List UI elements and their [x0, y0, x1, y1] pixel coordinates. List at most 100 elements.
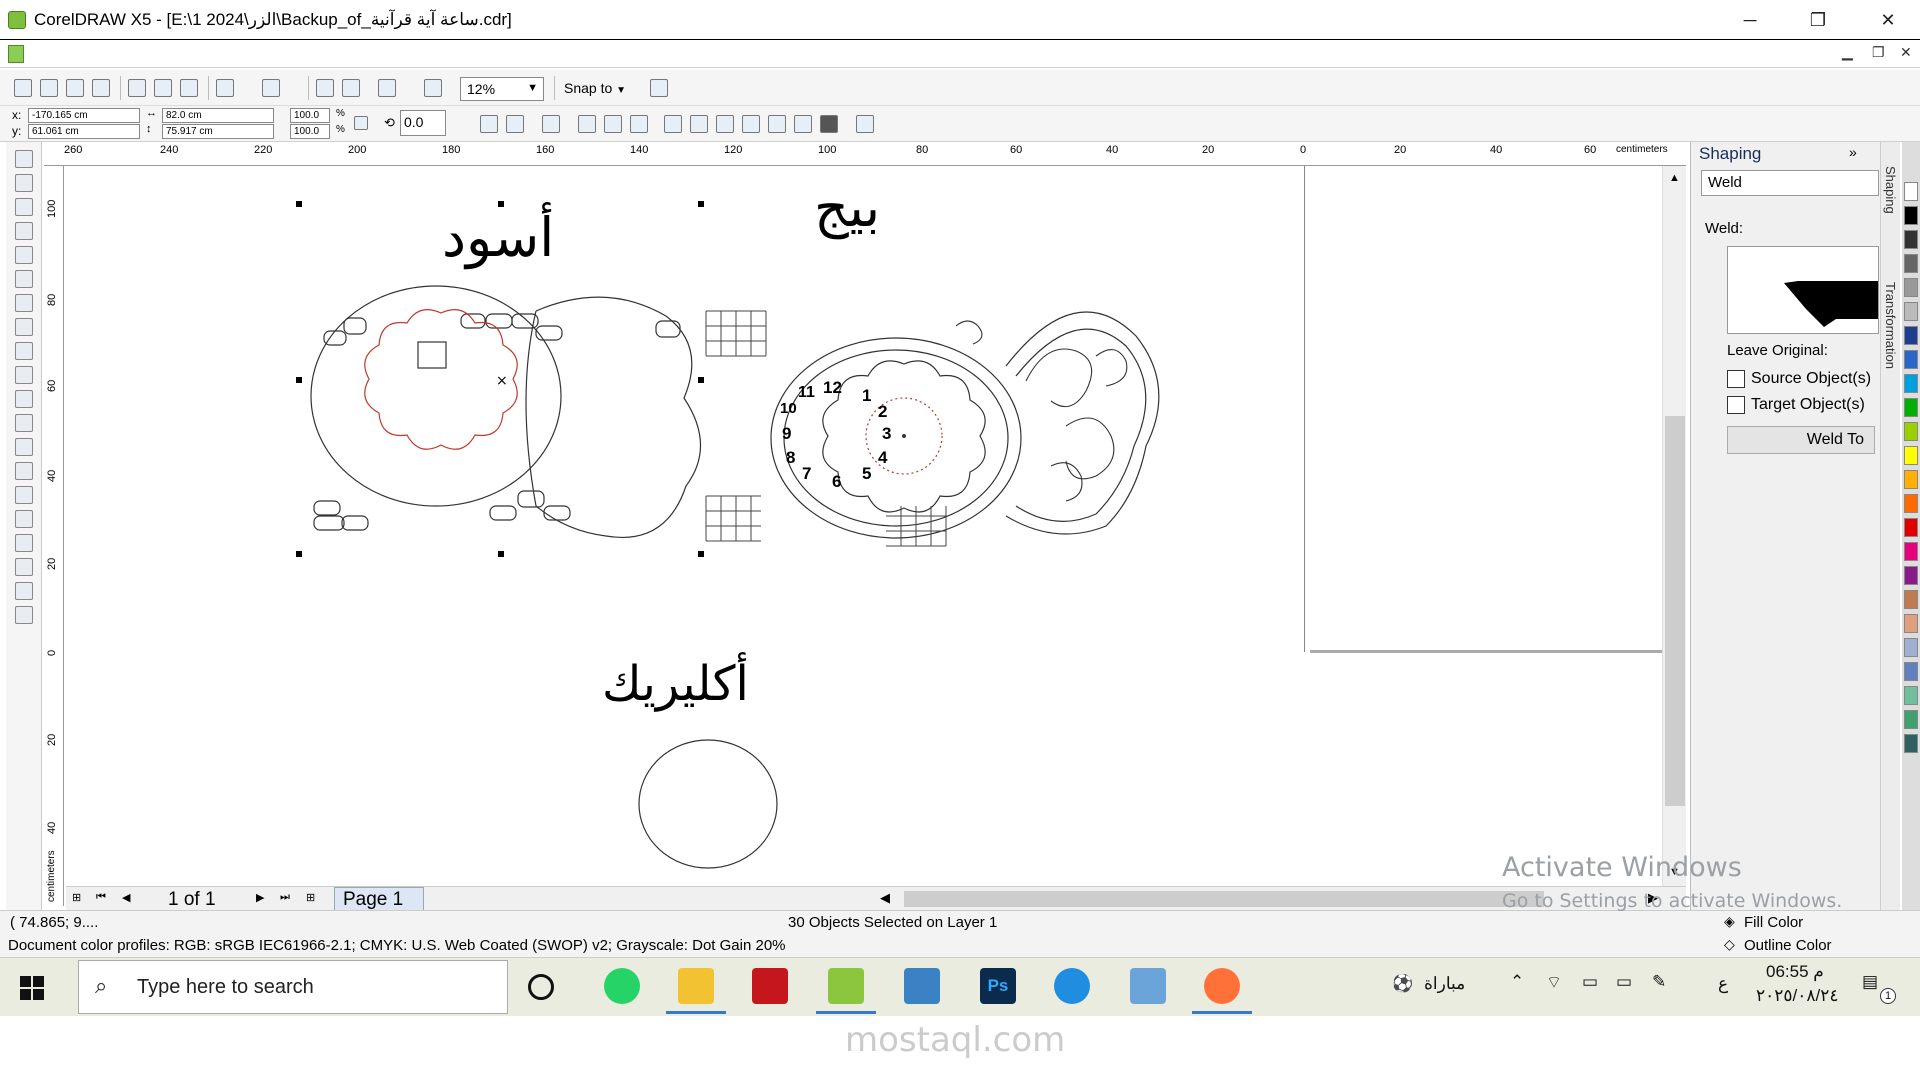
transparency-tool-icon[interactable]: [15, 510, 33, 528]
eyedropper-tool-icon[interactable]: [15, 534, 33, 552]
palette-swatch[interactable]: [1904, 398, 1918, 417]
minimize-button[interactable]: ─: [1730, 6, 1770, 34]
mirror-horizontal-icon[interactable]: [480, 115, 498, 133]
doc-minimize-button[interactable]: ▁: [1842, 44, 1853, 61]
smart-fill-tool-icon[interactable]: [15, 270, 33, 288]
dimension-tool-icon[interactable]: [15, 438, 33, 456]
previous-page-icon[interactable]: ◀: [122, 891, 130, 904]
fill-color-icon[interactable]: ◈: [1724, 913, 1735, 930]
restore-button[interactable]: ❐: [1798, 6, 1838, 34]
palette-swatch[interactable]: [1904, 254, 1918, 273]
import-icon[interactable]: [316, 79, 334, 97]
tab-transformation[interactable]: Transformation: [1883, 282, 1898, 369]
last-page-icon[interactable]: ⏭: [280, 891, 290, 904]
paste-icon[interactable]: [180, 79, 198, 97]
add-page-after-icon[interactable]: ⊞: [306, 891, 315, 904]
ungroup-all-icon[interactable]: [630, 115, 648, 133]
photoshop-icon[interactable]: Ps: [980, 968, 1016, 1004]
x-position-field[interactable]: -170.165 cm: [28, 108, 140, 123]
scale-height-field[interactable]: 100.0: [290, 124, 330, 139]
doc-close-button[interactable]: ✕: [1900, 44, 1912, 61]
copy-icon[interactable]: [154, 79, 172, 97]
weld-icon[interactable]: [664, 115, 682, 133]
acrylic-circle[interactable]: [638, 739, 778, 869]
artwork-svg[interactable]: ×: [66, 166, 1306, 886]
doc-restore-button[interactable]: ❐: [1872, 44, 1885, 61]
convert-to-curves-icon[interactable]: [856, 115, 874, 133]
basic-shapes-tool-icon[interactable]: [15, 366, 33, 384]
trim-icon[interactable]: [690, 115, 708, 133]
palette-swatch[interactable]: [1904, 686, 1918, 705]
battery-icon[interactable]: ▭: [1616, 972, 1632, 992]
pick-tool-icon[interactable]: [15, 150, 33, 168]
tab-shaping[interactable]: Shaping: [1883, 166, 1898, 214]
beige-piece[interactable]: [705, 310, 1160, 547]
notifications-icon[interactable]: ▤: [1862, 972, 1878, 992]
palette-swatch[interactable]: [1904, 350, 1918, 369]
fill-tool-icon[interactable]: [15, 582, 33, 600]
palette-swatch[interactable]: [1904, 734, 1918, 753]
palette-swatch[interactable]: [1904, 374, 1918, 393]
polygon-tool-icon[interactable]: [15, 342, 33, 360]
front-minus-back-icon[interactable]: [768, 115, 786, 133]
snap-to-dropdown[interactable]: Snap to ▼: [564, 80, 626, 96]
page-tab[interactable]: Page 1: [334, 887, 424, 911]
palette-swatch[interactable]: [1904, 470, 1918, 489]
document-icon[interactable]: [8, 45, 24, 63]
ellipse-tool-icon[interactable]: [15, 318, 33, 336]
welcome-screen-icon[interactable]: [424, 79, 442, 97]
connector-tool-icon[interactable]: [15, 462, 33, 480]
first-page-icon[interactable]: ⏮: [96, 891, 106, 904]
vertical-scrollbar[interactable]: ▲ ▼: [1662, 166, 1686, 886]
palette-swatch[interactable]: [1904, 518, 1918, 537]
freehand-tool-icon[interactable]: [15, 246, 33, 264]
palette-swatch[interactable]: [1904, 326, 1918, 345]
cut-icon[interactable]: [128, 79, 146, 97]
rotation-angle-field[interactable]: 0.0: [400, 110, 446, 136]
palette-swatch[interactable]: [1904, 638, 1918, 657]
undo-icon[interactable]: [216, 79, 234, 97]
mirror-vertical-icon[interactable]: [506, 115, 524, 133]
clock-date[interactable]: ٢٠٢٥/٠٨/٢٤: [1756, 986, 1839, 1006]
open-icon[interactable]: [40, 79, 58, 97]
print-icon[interactable]: [92, 79, 110, 97]
pen-icon[interactable]: ✎: [1652, 972, 1666, 992]
coreldraw-taskbar-icon[interactable]: [828, 968, 864, 1004]
application-launcher-icon[interactable]: [378, 79, 396, 97]
vertical-ruler[interactable]: 100 80 60 40 20 0 20 40 centimeters: [44, 166, 64, 906]
rectangle-tool-icon[interactable]: [15, 294, 33, 312]
interactive-fill-tool-icon[interactable]: [15, 606, 33, 624]
drawing-canvas[interactable]: أسود بيج أكليريك × 12 1 2 3 4 5 6 7 8 9 …: [66, 166, 1686, 886]
text-tool-icon[interactable]: [15, 390, 33, 408]
clock-time[interactable]: 06:55 م: [1766, 962, 1824, 982]
whatsapp-icon[interactable]: [604, 968, 640, 1004]
clock-center-square[interactable]: [417, 341, 447, 369]
simplify-icon[interactable]: [742, 115, 760, 133]
palette-swatch[interactable]: [1904, 446, 1918, 465]
back-minus-front-icon[interactable]: [794, 115, 812, 133]
save-icon[interactable]: [66, 79, 84, 97]
outline-color-icon[interactable]: ◇: [1724, 936, 1735, 953]
horizontal-ruler[interactable]: 260 240 220 200 180 160 140 120 100 80 6…: [44, 142, 1686, 166]
task-view-icon[interactable]: [528, 974, 554, 1000]
crop-tool-icon[interactable]: [15, 198, 33, 216]
ungroup-icon[interactable]: [604, 115, 622, 133]
file-explorer-icon[interactable]: [678, 968, 714, 1004]
palette-swatch[interactable]: [1904, 302, 1918, 321]
show-hidden-icons-icon[interactable]: ⌃: [1510, 972, 1524, 992]
weld-to-button[interactable]: Weld To: [1727, 426, 1875, 454]
match-widget-label[interactable]: مباراة: [1424, 974, 1465, 994]
vertical-scroll-thumb[interactable]: [1665, 416, 1685, 806]
wifi-icon[interactable]: ⌔: [1546, 972, 1562, 993]
device-icon[interactable]: ▭: [1582, 972, 1598, 992]
target-object-checkbox[interactable]: [1727, 396, 1745, 414]
palette-swatch[interactable]: [1904, 278, 1918, 297]
align-icon[interactable]: [542, 115, 560, 133]
palette-swatch[interactable]: [1904, 590, 1918, 609]
table-tool-icon[interactable]: [15, 414, 33, 432]
color-profiles-text[interactable]: Document color profiles: RGB: sRGB IEC61…: [8, 937, 786, 954]
palette-swatch[interactable]: [1904, 710, 1918, 729]
coreldraw-app-icon[interactable]: [8, 11, 26, 29]
shaping-mode-select[interactable]: Weld: [1701, 170, 1879, 196]
edge-icon[interactable]: [1054, 968, 1090, 1004]
